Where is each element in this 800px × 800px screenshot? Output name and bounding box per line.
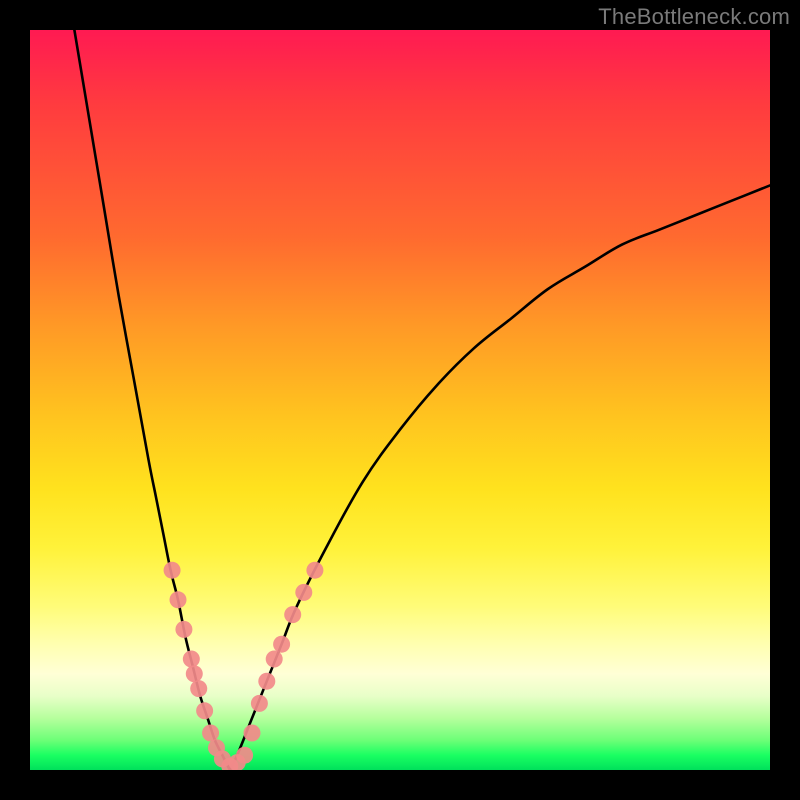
data-marker <box>266 651 283 668</box>
data-marker <box>295 584 312 601</box>
data-marker <box>175 621 192 638</box>
data-marker <box>251 695 268 712</box>
plot-area <box>30 30 770 770</box>
curve-left-branch <box>74 30 229 770</box>
data-marker <box>273 636 290 653</box>
data-marker <box>186 665 203 682</box>
data-marker <box>284 606 301 623</box>
data-marker <box>196 702 213 719</box>
data-marker <box>202 725 219 742</box>
watermark-text: TheBottleneck.com <box>598 4 790 30</box>
data-marker <box>244 725 261 742</box>
data-marker <box>258 673 275 690</box>
curve-layer <box>30 30 770 770</box>
data-marker <box>170 591 187 608</box>
data-marker <box>236 747 253 764</box>
data-marker <box>164 562 181 579</box>
chart-frame: TheBottleneck.com <box>0 0 800 800</box>
data-marker <box>190 680 207 697</box>
curve-right-branch <box>230 185 770 770</box>
data-marker <box>183 651 200 668</box>
data-marker <box>306 562 323 579</box>
